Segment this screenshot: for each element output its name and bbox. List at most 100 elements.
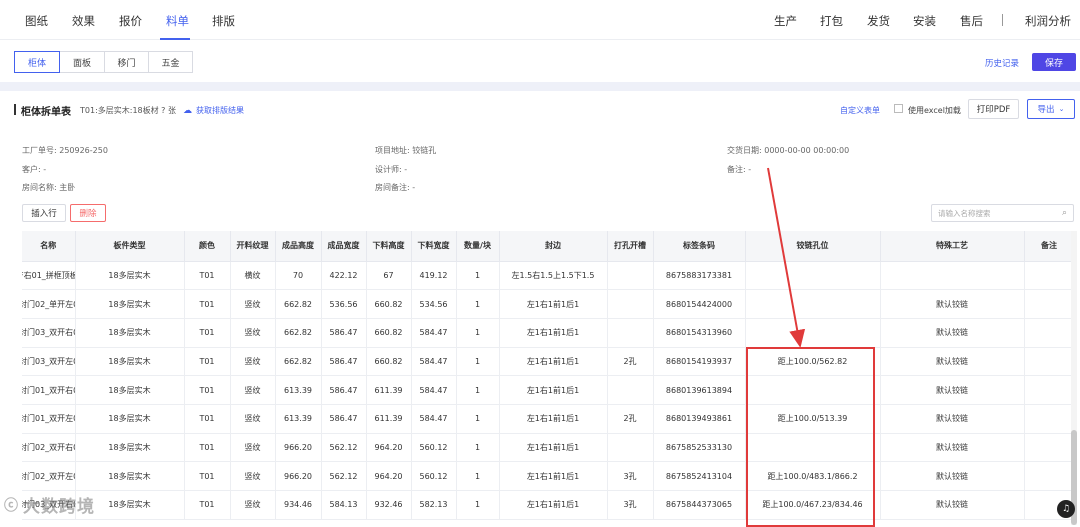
section-divider [0, 82, 1080, 91]
column-header: 备注 [1024, 231, 1075, 262]
table-cell: 536.56 [321, 289, 367, 319]
table-cell: T01 [184, 490, 231, 520]
table-cell: 584.47 [411, 404, 457, 434]
table-header-row: 名称 板件类型 颜色 开料纹理 成品高度 成品宽度 下料高度 下料宽度 数量/块 封边 打孔开槽 标签… [22, 231, 1075, 262]
table-cell: 3孔 [607, 490, 654, 520]
table-cell: T01 [184, 261, 231, 291]
fetch-layout-result-link[interactable]: ☁ 获取排版结果 [183, 105, 244, 116]
table-cell [1024, 318, 1075, 348]
column-header: 特殊工艺 [880, 231, 1025, 262]
export-label: 导出 [1037, 105, 1055, 115]
table-cell: 613.39 [275, 404, 322, 434]
table-cell: 封门01_双开右01 [22, 375, 76, 405]
table-cell: 竖纹 [230, 375, 276, 405]
table-cell: 封门03_双开左01 [22, 347, 76, 377]
print-pdf-button[interactable]: 打印PDF [968, 99, 1019, 119]
table-cell: 2孔 [607, 347, 654, 377]
nav-after-sales[interactable]: 售后 [960, 13, 983, 29]
nav-profit-analysis[interactable]: 利润分析 [1025, 13, 1071, 29]
table-row[interactable]: 封门02_双开左0118多层实木T01竖纹966.20562.12964.205… [22, 461, 1075, 491]
table-cell [607, 261, 654, 291]
nav-packing[interactable]: 打包 [820, 13, 843, 29]
nav-material-list[interactable]: 料单 [166, 13, 189, 29]
table-cell: 18多层实木 [75, 261, 185, 291]
table-cell: 8675852533130 [653, 433, 746, 463]
column-header: 标签条码 [653, 231, 746, 262]
part-name: 封门02_双开左01 [22, 471, 74, 481]
table-cell: 竖纹 [230, 347, 276, 377]
table-cell: 1 [456, 375, 500, 405]
nav-production[interactable]: 生产 [774, 13, 797, 29]
table-cell [1024, 289, 1075, 319]
column-header: 封边 [499, 231, 608, 262]
cabinet-parts-table: 名称 板件类型 颜色 开料纹理 成品高度 成品宽度 下料高度 下料宽度 数量/块 封边 打孔开槽 标签… [22, 231, 1075, 520]
save-button[interactable]: 保存 [1032, 53, 1076, 71]
part-name: 封门02_单开左01 [22, 299, 74, 309]
nav-drawings[interactable]: 图纸 [25, 13, 48, 29]
info-room-note: 房间备注: - [375, 183, 416, 192]
table-cell: 左1右1前1后1 [499, 404, 608, 434]
table-cell: 584.47 [411, 318, 457, 348]
delete-row-button[interactable]: 删除 [70, 204, 106, 222]
table-cell: 1 [456, 347, 500, 377]
table-row[interactable]: 封门03_双开右0118多层实木T01竖纹934.46584.13932.465… [22, 490, 1075, 520]
nav-quote[interactable]: 报价 [119, 13, 142, 29]
table-cell: 8680139613894 [653, 375, 746, 405]
nav-layout[interactable]: 排版 [212, 13, 235, 29]
table-body: F右01_拼框顶板0118多层实木T01横纹70422.1267419.121左… [22, 261, 1075, 520]
table-cell [745, 261, 881, 291]
tab-cabinet[interactable]: 柜体 [14, 51, 60, 73]
search-icon[interactable]: ⌕ [1062, 208, 1067, 218]
table-row[interactable]: 封门02_单开左0118多层实木T01竖纹662.82536.56660.825… [22, 289, 1075, 319]
fetch-layout-label: 获取排版结果 [196, 106, 244, 115]
custom-form-link[interactable]: 自定义表单 [840, 105, 880, 116]
table-cell: T01 [184, 433, 231, 463]
table-row[interactable]: 封门01_双开右0118多层实木T01竖纹613.39586.47611.395… [22, 375, 1075, 405]
table-cell: 3孔 [607, 461, 654, 491]
table-cell: 586.47 [321, 318, 367, 348]
excel-load-checkbox[interactable] [894, 104, 903, 113]
table-cell [745, 318, 881, 348]
table-cell: 左1右1前1后1 [499, 433, 608, 463]
table-row[interactable]: 封门03_双开左0118多层实木T01竖纹662.82586.47660.825… [22, 347, 1075, 377]
table-cell: 560.12 [411, 433, 457, 463]
nav-effects[interactable]: 效果 [72, 13, 95, 29]
history-link[interactable]: 历史记录 [985, 57, 1019, 69]
nav-active-indicator [160, 38, 190, 40]
table-row[interactable]: F右01_拼框顶板0118多层实木T01横纹70422.1267419.121左… [22, 261, 1075, 291]
table-cell: 默认铰链 [880, 375, 1025, 405]
table-cell: F右01_拼框顶板01 [22, 261, 76, 291]
table-cell: 584.47 [411, 347, 457, 377]
table-row[interactable]: 封门02_双开右0118多层实木T01竖纹966.20562.12964.205… [22, 433, 1075, 463]
table-cell: 左1右1前1后1 [499, 289, 608, 319]
tab-hardware[interactable]: 五金 [148, 51, 193, 73]
table-cell: 18多层实木 [75, 461, 185, 491]
table-cell: 左1右1前1后1 [499, 461, 608, 491]
nav-shipping[interactable]: 发货 [867, 13, 890, 29]
table-cell: T01 [184, 318, 231, 348]
table-cell: 611.39 [366, 404, 412, 434]
search-input[interactable]: 请输入名称搜索 ⌕ [931, 204, 1074, 222]
table-cell: 竖纹 [230, 289, 276, 319]
table-cell: 966.20 [275, 461, 322, 491]
table-cell: T01 [184, 375, 231, 405]
help-icon[interactable]: ♫ [1057, 500, 1075, 518]
table-cell: 8675852413104 [653, 461, 746, 491]
section-marker [14, 104, 16, 115]
table-cell [1024, 261, 1075, 291]
tab-panel[interactable]: 面板 [59, 51, 105, 73]
insert-row-button[interactable]: 插入行 [22, 204, 66, 222]
export-button[interactable]: 导出 ⌄ [1027, 99, 1075, 119]
table-row[interactable]: 封门01_双开左0118多层实木T01竖纹613.39586.47611.395… [22, 404, 1075, 434]
table-cell: 8680154193937 [653, 347, 746, 377]
table-cell: 默认铰链 [880, 289, 1025, 319]
table-cell: 默认铰链 [880, 490, 1025, 520]
table-cell: 封门01_双开左01 [22, 404, 76, 434]
tab-sliding-door[interactable]: 移门 [104, 51, 149, 73]
table-cell: 584.13 [321, 490, 367, 520]
table-cell [880, 261, 1025, 291]
table-row[interactable]: 封门03_双开右0118多层实木T01竖纹662.82586.47660.825… [22, 318, 1075, 348]
column-header: 成品宽度 [321, 231, 367, 262]
nav-install[interactable]: 安装 [913, 13, 936, 29]
table-cell: 562.12 [321, 461, 367, 491]
